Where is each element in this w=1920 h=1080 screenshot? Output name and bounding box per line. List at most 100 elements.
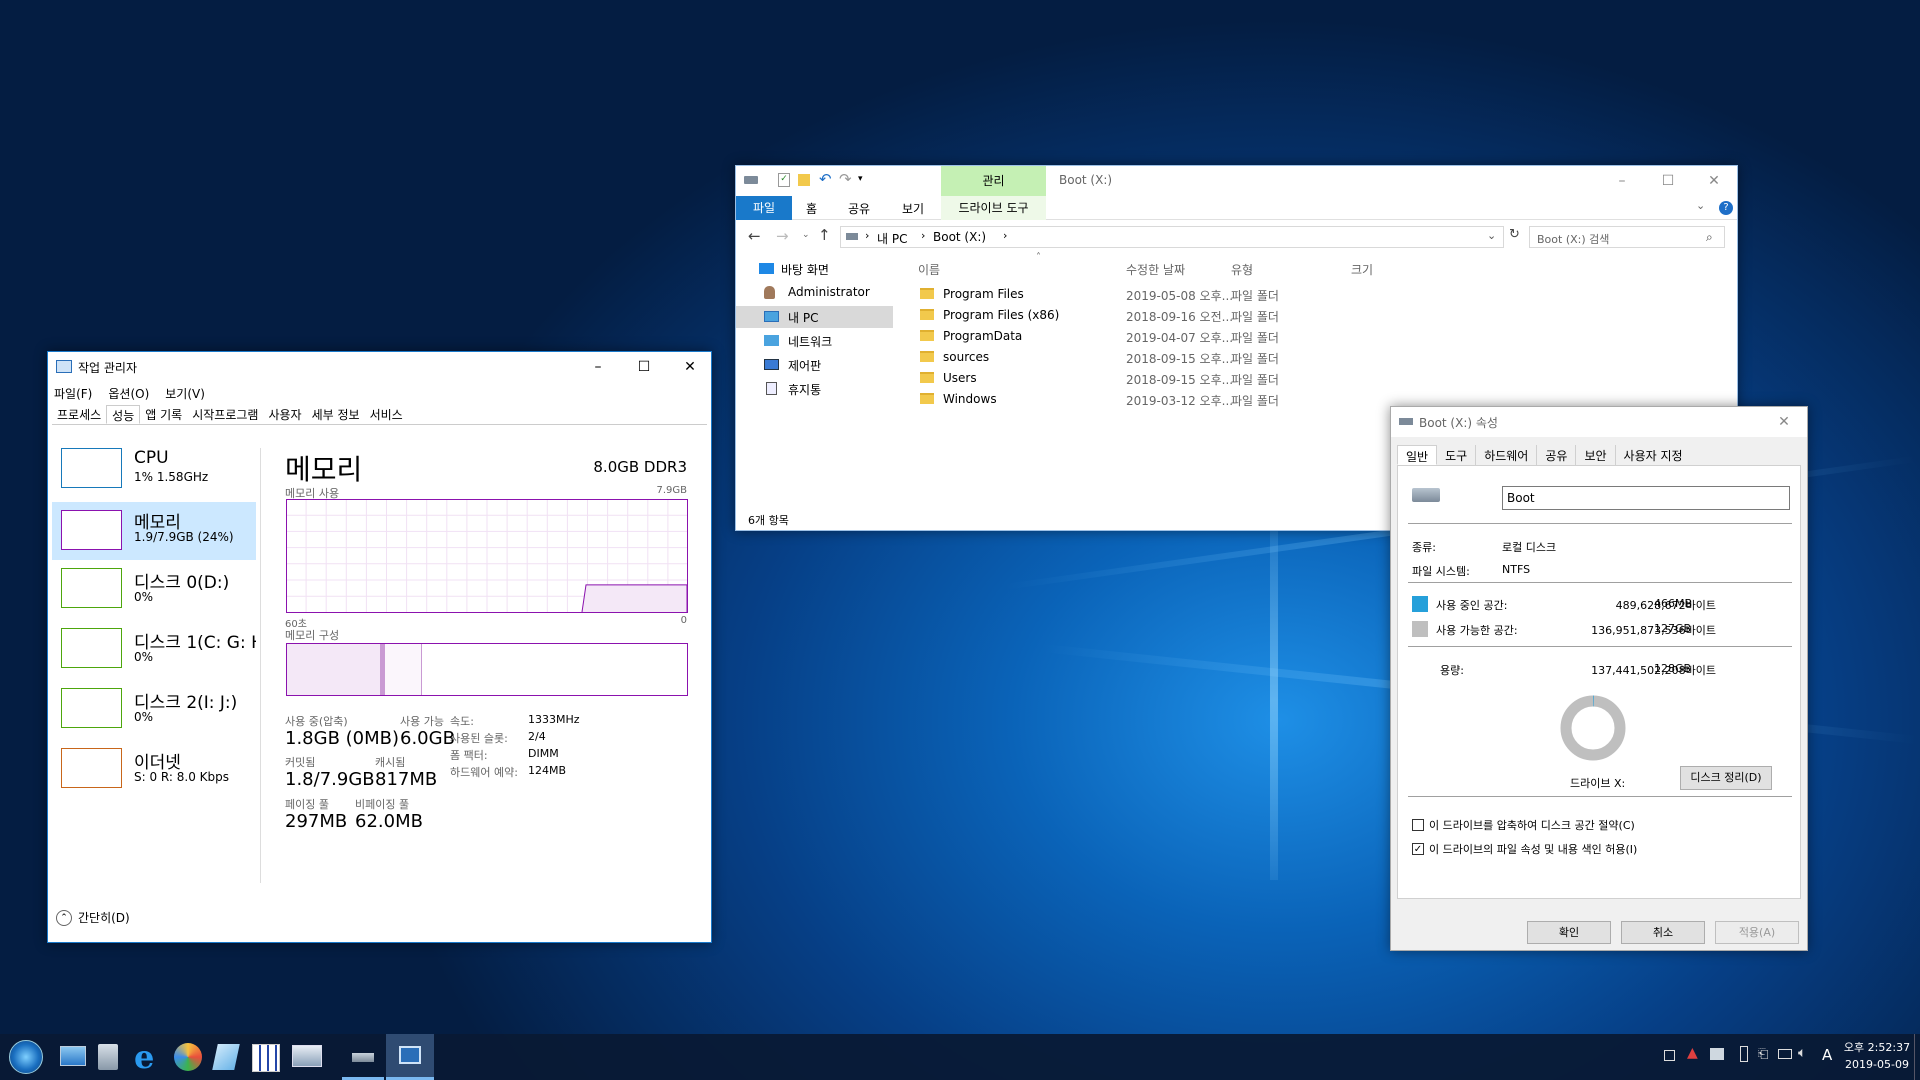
tab-tools[interactable]: 도구 [1437,445,1477,465]
start-button[interactable] [9,1040,43,1074]
file-row[interactable]: sources 2018-09-15 오후... 파일 폴더 [906,347,1726,368]
tab-users[interactable]: 사용자 [263,405,306,424]
nav-desktop[interactable]: 바탕 화면 [736,258,871,280]
column-size[interactable]: 크기 [1351,261,1373,278]
disk-cleanup-button[interactable]: 디스크 정리(D) [1680,766,1772,790]
index-option[interactable]: ✓ 이 드라이브의 파일 속성 및 내용 색인 허용(I) [1412,841,1637,857]
file-row[interactable]: Program Files (x86) 2018-09-16 오전... 파일 … [906,305,1726,326]
menu-view[interactable]: 보기(V) [165,385,205,402]
close-button[interactable]: ✕ [1761,407,1807,437]
minimize-button[interactable]: – [575,352,621,382]
help-icon[interactable]: ? [1719,201,1733,215]
taskmanager-taskbar-button[interactable] [386,1034,434,1080]
tray-network-icon[interactable] [1778,1049,1792,1059]
dialog-titlebar[interactable]: Boot (X:) 속성 ✕ [1391,407,1807,437]
menu-file[interactable]: 파일(F) [54,385,92,402]
compress-checkbox[interactable] [1412,819,1424,831]
tab-sharing[interactable]: 공유 [1537,445,1577,465]
tab-startup[interactable]: 시작프로그램 [187,405,263,424]
manage-tab[interactable]: 관리 [941,166,1046,196]
ribbon-tab-file[interactable]: 파일 [736,196,792,220]
tab-customize[interactable]: 사용자 지정 [1616,445,1691,465]
tray-printer-icon[interactable] [1710,1048,1724,1060]
file-row[interactable]: Program Files 2019-05-08 오후... 파일 폴더 [906,284,1726,305]
column-date[interactable]: 수정한 날짜 [1126,261,1185,278]
tray-volume-icon[interactable]: 🔈︎ [1798,1045,1806,1061]
fewer-details-button[interactable]: ⌃ 간단히(D) [56,909,130,926]
redo-icon[interactable]: ↷ [839,170,852,188]
ribbon-expand-icon[interactable]: ⌄ [1696,199,1705,212]
nav-control-panel[interactable]: 제어판 [736,354,871,376]
resource-ethernet[interactable]: 이더넷 S: 0 R: 8.0 Kbps [52,742,256,798]
maximize-button[interactable]: ☐ [1645,166,1691,196]
ribbon-tab-share[interactable]: 공유 [848,200,870,217]
tray-square-icon[interactable] [1664,1050,1675,1061]
explorer-titlebar[interactable]: ✓ ↶ ↷ ▾ 관리 Boot (X:) – ☐ ✕ [736,166,1737,196]
explorer-taskbar-button[interactable] [342,1034,384,1080]
show-desktop-button[interactable] [1914,1034,1915,1080]
back-arrow-icon[interactable]: ← [748,227,761,245]
ribbon-tab-home[interactable]: 홈 [806,200,817,217]
tab-processes[interactable]: 프로세스 [52,405,106,424]
tab-services[interactable]: 서비스 [365,405,408,424]
tab-details[interactable]: 세부 정보 [307,405,365,424]
recycle-bin-taskbar-icon[interactable] [98,1044,118,1070]
minimize-button[interactable]: – [1599,166,1645,196]
resource-cpu[interactable]: CPU 1% 1.58GHz [52,442,256,498]
close-button[interactable]: ✕ [667,352,713,382]
maximize-button[interactable]: ☐ [621,352,667,382]
recent-dropdown-icon[interactable]: ⌄ [802,230,810,240]
tab-security[interactable]: 보안 [1576,445,1616,465]
notepad-icon[interactable] [212,1044,240,1070]
tab-general[interactable]: 일반 [1397,445,1438,465]
column-type[interactable]: 유형 [1231,261,1253,278]
address-bar[interactable]: › 내 PC › Boot (X:) › ⌄ [840,226,1504,248]
nav-administrator[interactable]: Administrator [736,282,871,304]
ime-indicator[interactable]: A [1822,1046,1832,1064]
ok-button[interactable]: 확인 [1527,921,1611,944]
tab-hardware[interactable]: 하드웨어 [1476,445,1538,465]
nav-my-pc[interactable]: 내 PC [736,306,893,328]
tab-performance[interactable]: 성능 [106,405,141,424]
resource-disk-0[interactable]: 디스크 0(D:) 0% [52,562,256,618]
close-button[interactable]: ✕ [1691,166,1737,196]
minesweeper-icon[interactable] [252,1044,280,1072]
nav-network[interactable]: 네트워크 [736,330,871,352]
computer-taskbar-icon[interactable] [60,1046,86,1066]
nav-recycle-bin[interactable]: 휴지통 [736,378,871,400]
drive-name-field[interactable] [1502,486,1790,510]
ribbon-tab-view[interactable]: 보기 [902,200,924,217]
breadcrumb-my-pc[interactable]: 내 PC [877,230,907,247]
tray-usb-icon[interactable]: ⎗ [1758,1047,1768,1062]
index-checkbox[interactable]: ✓ [1412,843,1424,855]
tray-warning-icon[interactable]: ▲ [1687,1045,1698,1061]
forward-arrow-icon[interactable]: → [776,227,789,245]
apply-button[interactable]: 적용(A) [1715,921,1799,944]
ribbon-tab-drive-tools[interactable]: 드라이브 도구 [941,196,1046,220]
resource-memory[interactable]: 메모리 1.9/7.9GB (24%) [52,502,256,560]
compress-option[interactable]: 이 드라이브를 압축하여 디스크 공간 절약(C) [1412,817,1635,833]
resource-disk-2[interactable]: 디스크 2(I: J:) 0% [52,682,256,738]
undo-icon[interactable]: ↶ [819,170,832,188]
address-dropdown-icon[interactable]: ⌄ [1487,229,1496,242]
remote-desktop-icon[interactable] [292,1045,322,1067]
tab-app-history[interactable]: 앱 기록 [140,405,187,424]
search-box[interactable]: Boot (X:) 검색 ⌕ [1529,226,1725,248]
task-manager-titlebar[interactable]: 작업 관리자 – ☐ ✕ [48,352,711,382]
file-row[interactable]: Users 2018-09-15 오후... 파일 폴더 [906,368,1726,389]
clock[interactable]: 오후 2:52:37 2019-05-09 [1842,1039,1912,1071]
internet-explorer-icon[interactable]: e [134,1038,154,1076]
menu-options[interactable]: 옵션(O) [108,385,149,402]
column-name[interactable]: 이름 [918,261,940,278]
quick-access-dropdown-icon[interactable]: ▾ [858,174,863,184]
tray-battery-icon[interactable] [1740,1046,1748,1062]
paint-icon[interactable] [174,1043,202,1071]
cancel-button[interactable]: 취소 [1621,921,1705,944]
resource-disk-1[interactable]: 디스크 1(C: G: H:) 0% [52,622,256,678]
properties-quick-icon[interactable]: ✓ [778,173,790,187]
file-row[interactable]: ProgramData 2019-04-07 오후... 파일 폴더 [906,326,1726,347]
new-folder-quick-icon[interactable] [798,174,810,186]
up-arrow-icon[interactable]: ↑ [818,226,831,244]
refresh-icon[interactable]: ↻ [1509,227,1520,242]
breadcrumb-boot[interactable]: Boot (X:) [933,230,986,244]
